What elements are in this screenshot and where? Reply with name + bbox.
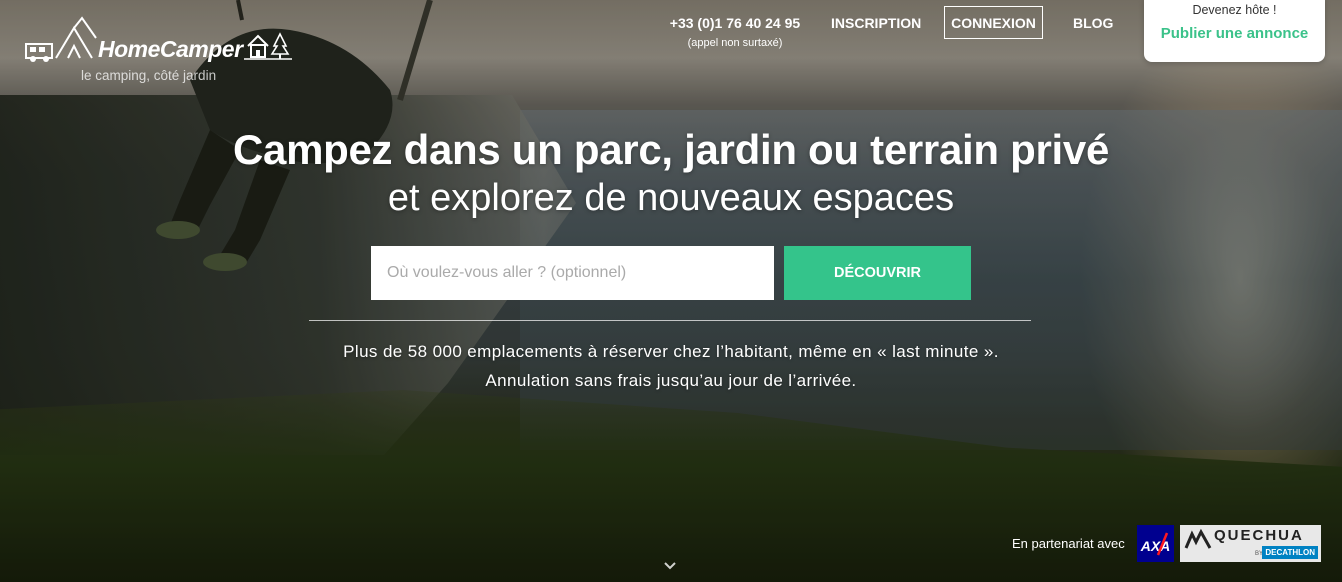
publish-listing-link[interactable]: Publier une annonce — [1144, 25, 1325, 42]
camper-van-icon — [25, 16, 97, 62]
axa-logo[interactable]: AXA — [1137, 525, 1174, 562]
axa-logo-graphic: AXA — [1137, 525, 1174, 562]
hero-section: HomeCamper le camping, côté jardin +33 (… — [0, 0, 1342, 582]
house-icon — [244, 32, 292, 60]
discover-button[interactable]: DÉCOUVRIR — [784, 246, 971, 300]
phone-number[interactable]: +33 (0)1 76 40 24 95 — [655, 15, 815, 31]
become-host-card: Devenez hôte ! Publier une annonce — [1144, 0, 1325, 62]
divider — [309, 320, 1031, 321]
decathlon-logo-text: DECATHLON — [1262, 546, 1318, 559]
page-headline: Campez dans un parc, jardin ou terrain p… — [232, 126, 1110, 173]
partner-label: En partenariat avec — [1012, 536, 1125, 551]
quechua-logo-text: QUECHUA — [1214, 527, 1304, 544]
quechua-mountain-icon — [1184, 528, 1212, 549]
tree-icon — [270, 32, 290, 59]
phone-note: (appel non surtaxé) — [687, 37, 783, 49]
hero-tagline: Plus de 58 000 emplacements à réserver c… — [0, 337, 1342, 395]
nav-inscription-link[interactable]: INSCRIPTION — [831, 15, 921, 31]
destination-search-input[interactable] — [371, 246, 774, 300]
phone-contact: +33 (0)1 76 40 24 95 (appel non surtaxé) — [655, 15, 815, 49]
nav-connexion-button[interactable]: CONNEXION — [944, 6, 1043, 39]
tagline-line-2: Annulation sans frais jusqu’au jour de l… — [485, 371, 857, 390]
axa-logo-text: AXA — [1140, 538, 1171, 554]
quechua-logo[interactable]: QUECHUA BY DECATHLON — [1180, 525, 1321, 562]
homecamper-logo[interactable]: HomeCamper le camping, côté jardin — [24, 16, 294, 86]
page-subheadline: et explorez de nouveaux espaces — [387, 177, 955, 219]
brand-tagline: le camping, côté jardin — [81, 68, 217, 83]
brand-name: HomeCamper — [98, 36, 243, 62]
tagline-line-1: Plus de 58 000 emplacements à réserver c… — [343, 342, 999, 361]
become-host-label: Devenez hôte ! — [1192, 3, 1277, 17]
nav-blog-link[interactable]: BLOG — [1073, 15, 1113, 31]
chevron-down-icon[interactable] — [662, 560, 678, 572]
